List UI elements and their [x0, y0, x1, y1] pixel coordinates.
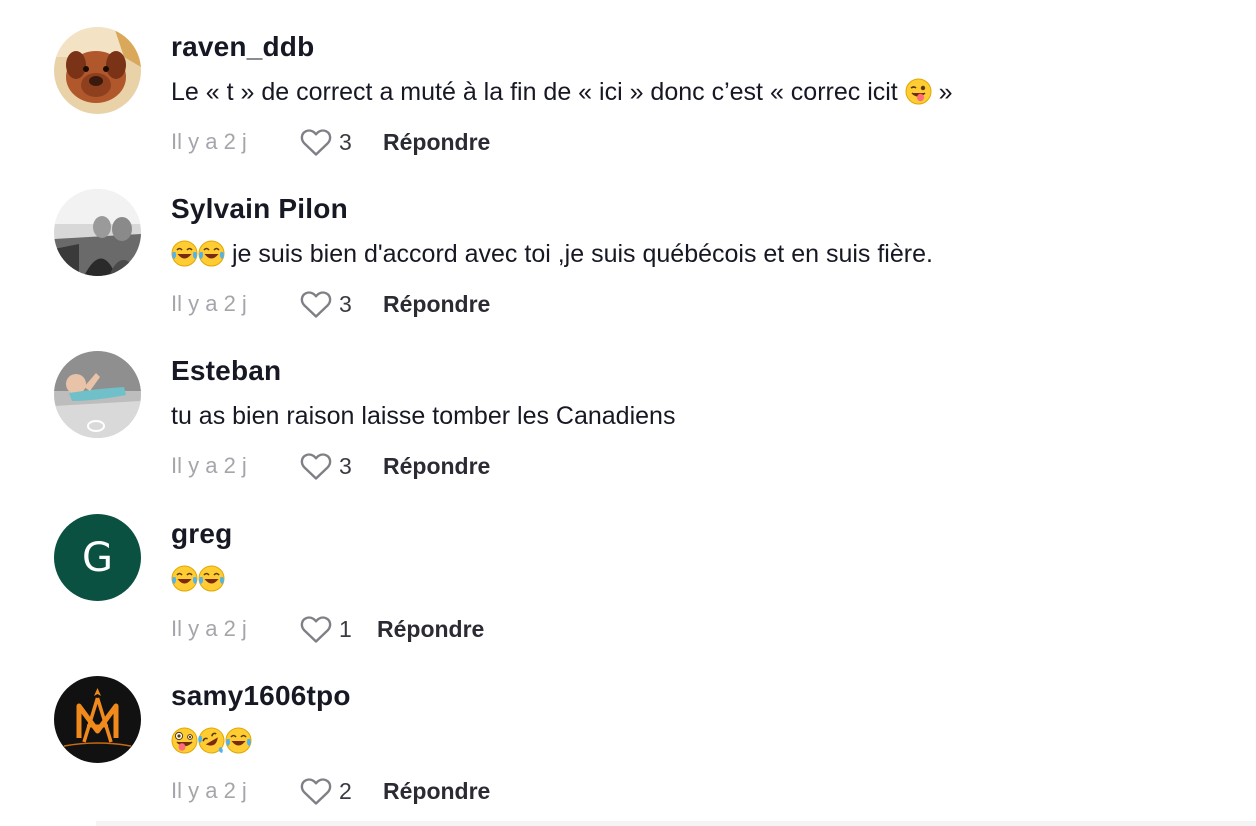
reply-button[interactable]: Répondre	[383, 291, 490, 318]
like-count: 3	[339, 290, 352, 317]
winking-tongue-emoji-icon	[905, 78, 932, 105]
reply-button[interactable]: Répondre	[383, 129, 490, 156]
comment-time: Il y a 2 j	[171, 129, 247, 154]
avatar[interactable]	[54, 189, 141, 276]
like-count: 2	[339, 777, 352, 804]
comment-item: G greg Il y a 2 j 1 Répondre	[0, 487, 1256, 649]
joy-emoji-icon	[225, 727, 252, 754]
heart-icon	[300, 129, 332, 156]
like-button[interactable]: 3	[299, 126, 383, 158]
comment-item: samy1606tpo Il y a 2 j 2 Répondre	[0, 649, 1256, 811]
comment-time: Il y a 2 j	[171, 291, 247, 316]
comment-username[interactable]: Sylvain Pilon	[171, 193, 348, 225]
rofl-emoji-icon	[198, 727, 225, 754]
comment-username[interactable]: raven_ddb	[171, 31, 314, 63]
joy-emoji-icon	[171, 565, 198, 592]
baby-avatar-icon	[54, 351, 141, 438]
comment-meta: Il y a 2 j 3 Répondre	[171, 448, 490, 484]
comment-time: Il y a 2 j	[171, 453, 247, 478]
avatar[interactable]	[54, 676, 141, 763]
avatar-letter: G	[82, 534, 113, 581]
heart-icon	[300, 453, 332, 480]
comment-meta: Il y a 2 j 1 Répondre	[171, 611, 484, 647]
comment-item: raven_ddb Le « t » de correct a muté à l…	[0, 0, 1256, 162]
like-count: 3	[339, 452, 352, 479]
like-button[interactable]: 3	[299, 288, 383, 320]
heart-icon	[300, 291, 332, 318]
comment-text: tu as bien raison laisse tomber les Cana…	[171, 402, 676, 430]
comment-username[interactable]: samy1606tpo	[171, 680, 351, 712]
joy-emoji-icon	[171, 240, 198, 267]
avatar[interactable]	[54, 351, 141, 438]
reply-button[interactable]: Répondre	[383, 778, 490, 805]
comment-meta: Il y a 2 j 3 Répondre	[171, 124, 490, 160]
comment-text: Le « t » de correct a muté à la fin de «…	[171, 78, 953, 106]
comment-item: Esteban tu as bien raison laisse tomber …	[0, 324, 1256, 486]
comment-meta: Il y a 2 j 3 Répondre	[171, 286, 490, 322]
comment-item: Sylvain Pilon je suis bien d'accord avec…	[0, 162, 1256, 324]
comment-time: Il y a 2 j	[171, 616, 247, 641]
avatar[interactable]	[54, 27, 141, 114]
heart-icon	[300, 616, 332, 643]
comment-username[interactable]: greg	[171, 518, 232, 550]
comment-text	[171, 725, 252, 757]
comment-username[interactable]: Esteban	[171, 355, 281, 387]
comment-text: je suis bien d'accord avec toi ,je suis …	[171, 238, 933, 270]
comment-text	[171, 563, 225, 595]
comment-time: Il y a 2 j	[171, 778, 247, 803]
like-button[interactable]: 3	[299, 450, 383, 482]
joy-emoji-icon	[198, 565, 225, 592]
couple-avatar-icon	[54, 189, 141, 276]
dog-avatar-icon	[54, 27, 141, 114]
zany-face-emoji-icon	[171, 727, 198, 754]
heart-icon	[300, 778, 332, 805]
joy-emoji-icon	[198, 240, 225, 267]
like-count: 1	[339, 615, 352, 642]
avatar[interactable]: G	[54, 514, 141, 601]
like-count: 3	[339, 128, 352, 155]
like-button[interactable]: 2	[299, 775, 383, 807]
divider	[96, 821, 1256, 826]
reply-button[interactable]: Répondre	[383, 453, 490, 480]
reply-button[interactable]: Répondre	[377, 616, 484, 643]
om-logo-avatar-icon	[54, 676, 141, 763]
like-button[interactable]: 1	[299, 613, 377, 645]
comment-meta: Il y a 2 j 2 Répondre	[171, 773, 490, 809]
